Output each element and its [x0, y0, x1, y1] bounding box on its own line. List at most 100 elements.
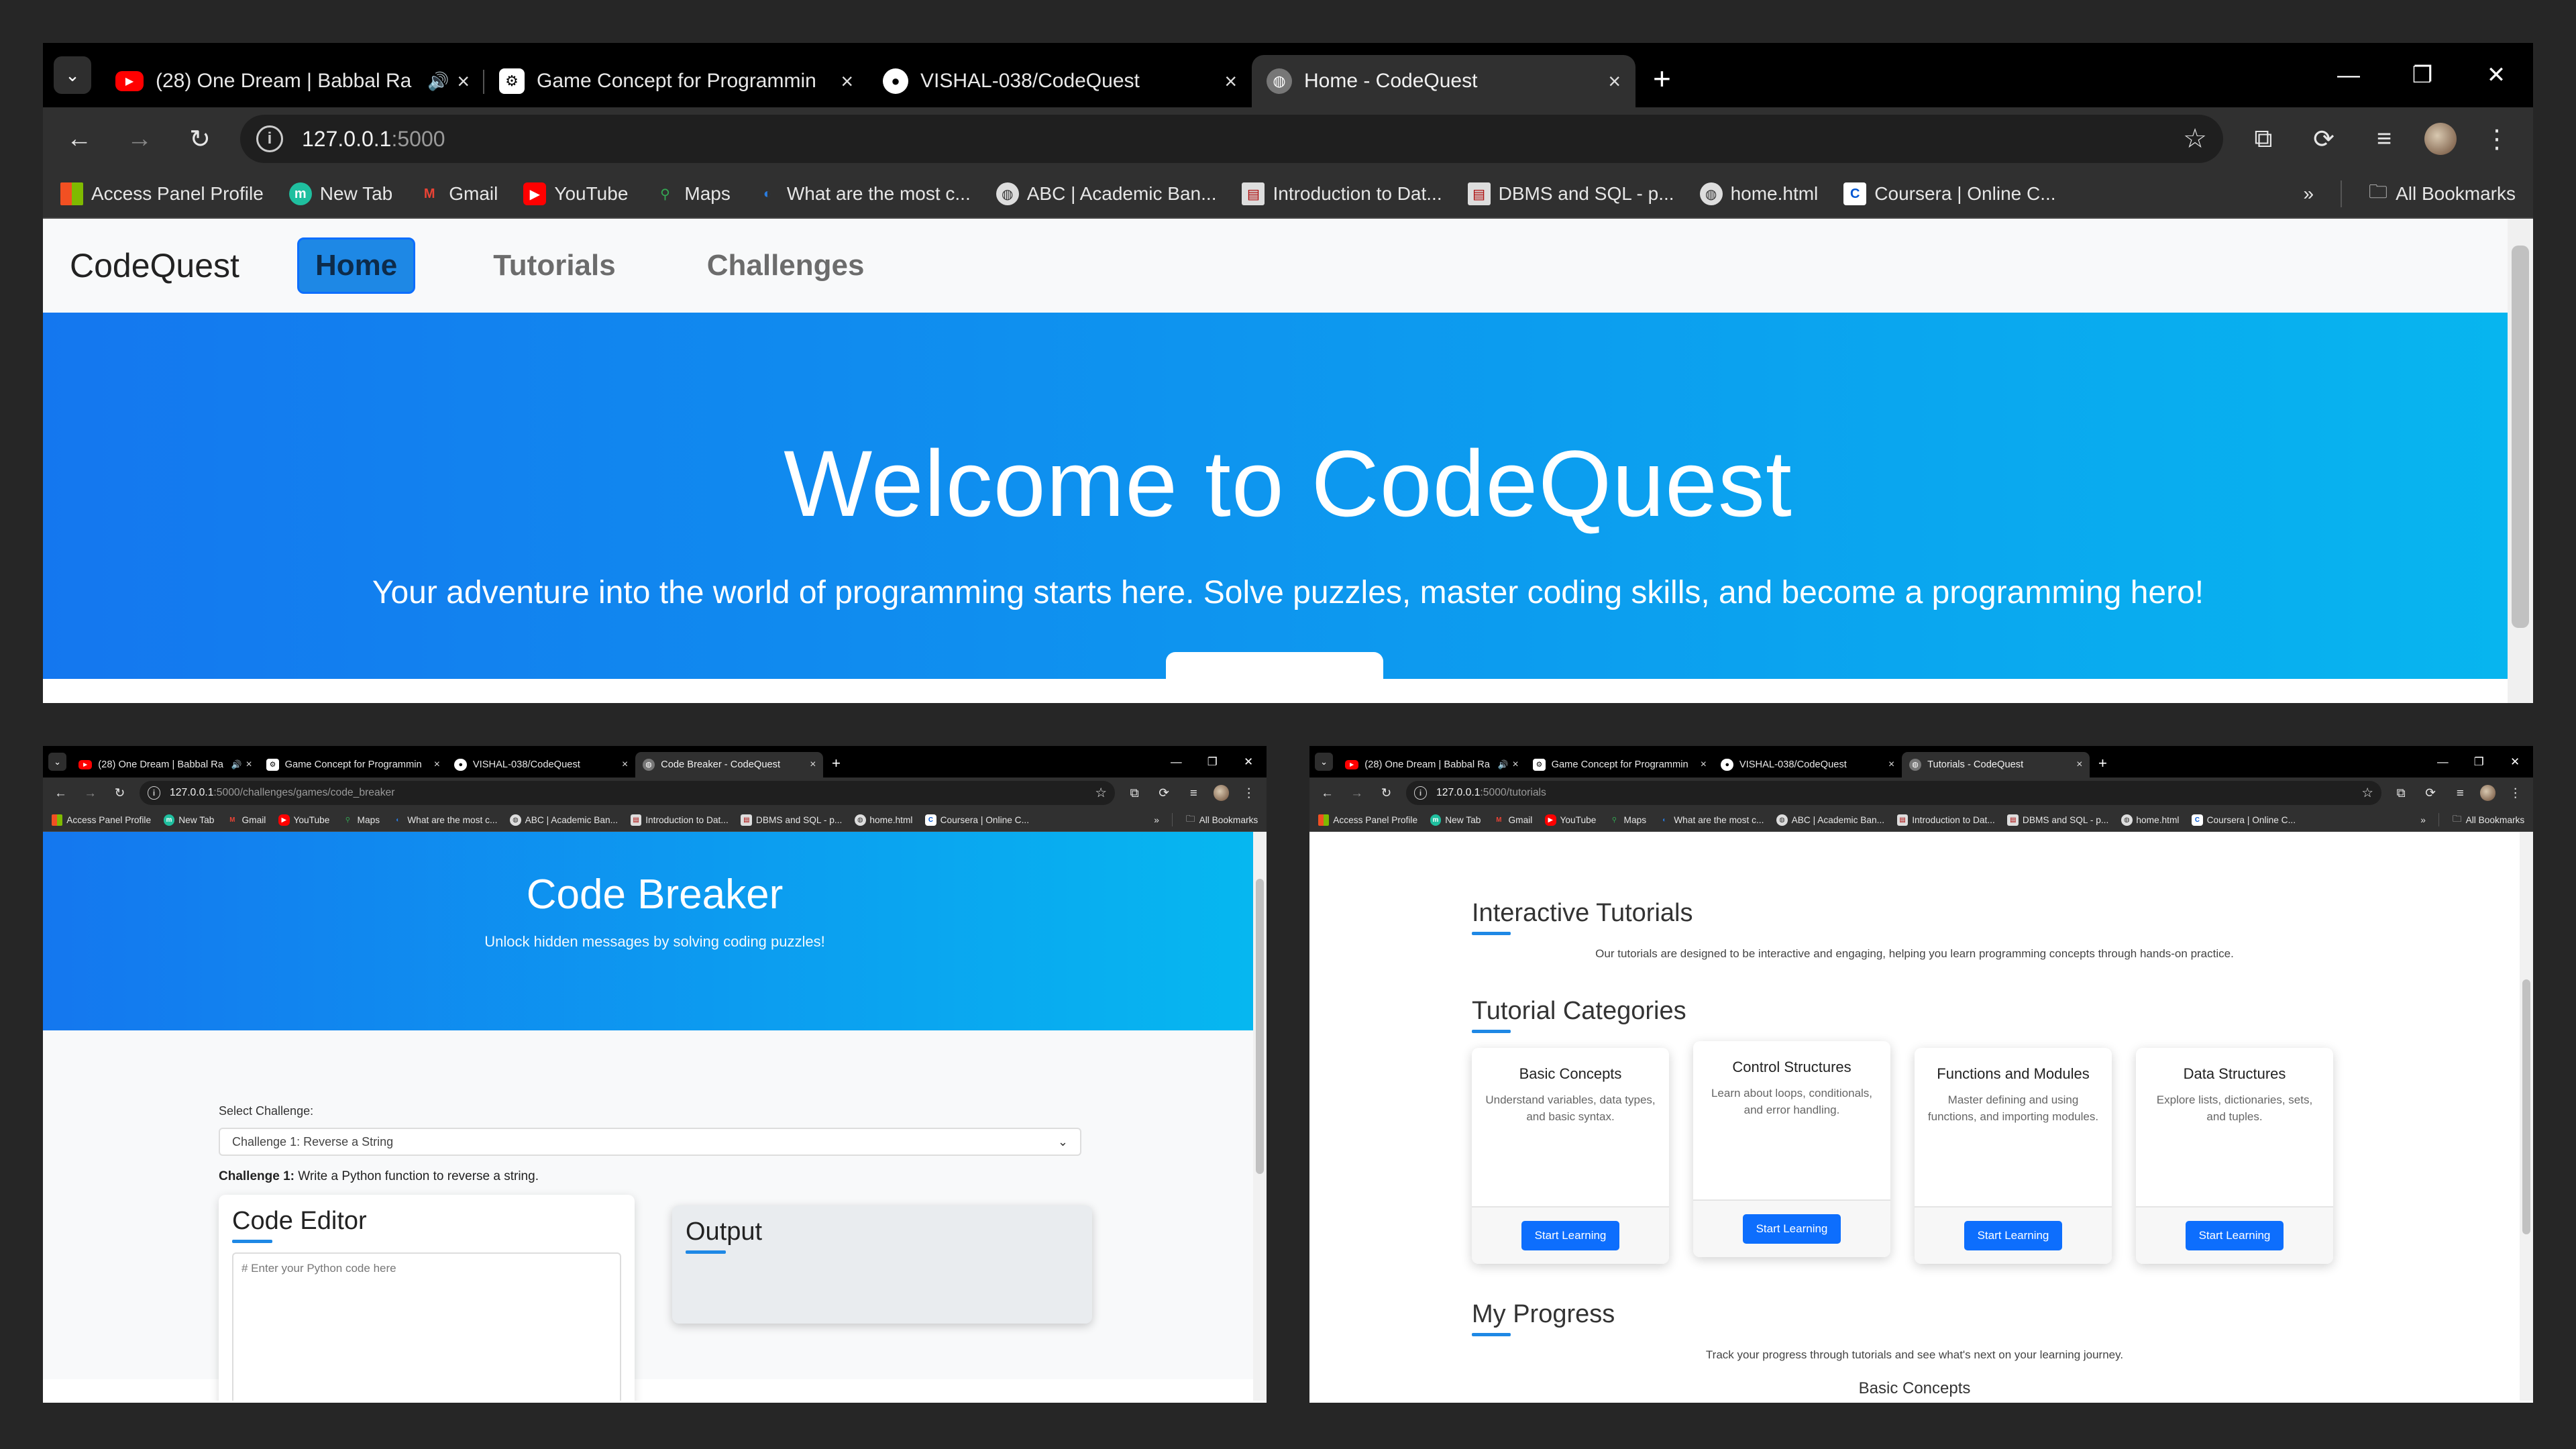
tab-youtube[interactable]: ▶ (28) One Dream | Babbal Ra 🔊 ×: [101, 55, 484, 107]
menu-icon[interactable]: ⋮: [1239, 786, 1258, 800]
tab-game-concept[interactable]: ⚙ Game Concept for Programmin ×: [259, 752, 447, 777]
close-window-icon[interactable]: ✕: [2459, 62, 2533, 89]
all-bookmarks-button[interactable]: 🗀 All Bookmarks: [1186, 812, 1258, 828]
close-icon[interactable]: ×: [1701, 759, 1707, 771]
sync-icon[interactable]: ⟳: [2421, 786, 2440, 800]
minimize-icon[interactable]: —: [2424, 755, 2461, 769]
bookmark-item[interactable]: ◍ ABC | Academic Ban...: [510, 814, 618, 826]
close-icon[interactable]: ×: [246, 759, 252, 771]
start-learning-button[interactable]: Start Learning: [2185, 1221, 2284, 1251]
tab-github[interactable]: ● VISHAL-038/CodeQuest ×: [1714, 752, 1902, 777]
bookmark-star-icon[interactable]: ☆: [2183, 123, 2207, 154]
bookmark-item[interactable]: ◍ ABC | Academic Ban...: [996, 182, 1216, 205]
menu-icon[interactable]: ⋮: [2506, 786, 2525, 800]
bookmark-item[interactable]: ⚲ Maps: [1609, 814, 1646, 826]
site-info-icon[interactable]: i: [1413, 786, 1428, 800]
minimize-icon[interactable]: —: [1158, 755, 1194, 769]
bookmark-item[interactable]: m New Tab: [1430, 814, 1481, 826]
tab-youtube[interactable]: ▶ (28) One Dream | Babbal Ra 🔊 ×: [1338, 752, 1525, 777]
bookmark-item[interactable]: ▶ YouTube: [1544, 814, 1596, 826]
start-learning-button[interactable]: Start Learning: [1742, 1214, 1841, 1244]
bookmark-item[interactable]: ◍ home.html: [2121, 814, 2179, 826]
back-icon[interactable]: ←: [1318, 786, 1337, 800]
bookmark-item[interactable]: ▤ DBMS and SQL - p...: [1467, 182, 1674, 205]
forward-icon[interactable]: →: [119, 125, 160, 154]
tab-search-button[interactable]: ⌄: [54, 56, 91, 94]
tab-search-button[interactable]: ⌄: [48, 752, 67, 771]
tab-youtube[interactable]: ▶ (28) One Dream | Babbal Ra 🔊 ×: [71, 752, 259, 777]
bookmark-item[interactable]: m New Tab: [288, 182, 392, 205]
bookmark-item[interactable]: ◍ home.html: [1699, 182, 1818, 205]
back-icon[interactable]: ←: [59, 125, 99, 154]
nav-challenges[interactable]: Challenges: [707, 249, 865, 282]
bookmark-item[interactable]: ▤ Introduction to Dat...: [1242, 182, 1442, 205]
bookmark-item[interactable]: ⚲ Maps: [653, 182, 731, 205]
bookmark-item[interactable]: ▶ YouTube: [523, 182, 628, 205]
all-bookmarks-button[interactable]: 🗀 All Bookmarks: [2369, 178, 2516, 210]
back-icon[interactable]: ←: [51, 786, 70, 800]
new-tab-button[interactable]: +: [832, 755, 841, 772]
tab-home-codequest[interactable]: ◍ Home - CodeQuest ×: [1252, 55, 1635, 107]
reload-icon[interactable]: ↻: [1377, 786, 1396, 800]
tab-tutorials[interactable]: ◍ Tutorials - CodeQuest ×: [1901, 751, 2090, 778]
hero-cta-button[interactable]: [1166, 652, 1383, 679]
bookmark-item[interactable]: m New Tab: [163, 814, 214, 826]
bookmark-item[interactable]: ◍ ABC | Academic Ban...: [1776, 814, 1884, 826]
maximize-icon[interactable]: ❐: [2385, 62, 2459, 89]
close-icon[interactable]: ×: [810, 759, 816, 771]
bookmark-item[interactable]: C Coursera | Online C...: [1843, 182, 2056, 205]
bookmark-item[interactable]: ◐ What are the most c...: [392, 814, 497, 826]
scrollbar[interactable]: [2520, 832, 2533, 1401]
site-info-icon[interactable]: i: [147, 786, 161, 800]
code-input[interactable]: # Enter your Python code here: [232, 1252, 621, 1401]
close-icon[interactable]: ×: [841, 69, 853, 94]
sync-icon[interactable]: ⟳: [1155, 786, 1174, 800]
nav-home[interactable]: Home: [297, 237, 416, 294]
bookmark-item[interactable]: ⚲ Maps: [342, 814, 380, 826]
tab-search-button[interactable]: ⌄: [1314, 752, 1334, 771]
tab-github[interactable]: ● VISHAL-038/CodeQuest ×: [447, 752, 635, 777]
close-window-icon[interactable]: ✕: [2497, 755, 2533, 769]
site-info-icon[interactable]: i: [256, 125, 283, 152]
extensions-icon[interactable]: ⧉: [1124, 786, 1144, 800]
minimize-icon[interactable]: —: [2312, 62, 2385, 89]
bookmarks-overflow-icon[interactable]: »: [1154, 815, 1159, 825]
bookmark-item[interactable]: ▤ DBMS and SQL - p...: [741, 814, 842, 826]
bookmark-item[interactable]: ▤ Introduction to Dat...: [630, 814, 729, 826]
close-icon[interactable]: ×: [457, 69, 470, 94]
bookmarks-overflow-icon[interactable]: »: [2420, 815, 2426, 825]
media-queue-icon[interactable]: ≡: [2364, 125, 2404, 154]
reload-icon[interactable]: ↻: [180, 124, 220, 154]
address-bar[interactable]: i 127.0.0.1:5000/tutorials ☆: [1405, 781, 2381, 805]
close-icon[interactable]: ×: [1224, 69, 1237, 94]
scrollbar[interactable]: [1253, 832, 1267, 1401]
forward-icon[interactable]: →: [1347, 786, 1366, 800]
new-tab-button[interactable]: +: [2098, 755, 2107, 772]
media-queue-icon[interactable]: ≡: [2451, 786, 2470, 800]
speaker-icon[interactable]: 🔊: [427, 71, 449, 92]
avatar[interactable]: [2479, 785, 2496, 801]
close-icon[interactable]: ×: [1888, 759, 1894, 771]
bookmark-item[interactable]: ▶ YouTube: [278, 814, 329, 826]
tab-code-breaker[interactable]: ◍ Code Breaker - CodeQuest ×: [635, 751, 824, 778]
bookmark-item[interactable]: C Coursera | Online C...: [925, 814, 1029, 826]
bookmark-star-icon[interactable]: ☆: [1095, 785, 1107, 801]
menu-icon[interactable]: ⋮: [2477, 124, 2517, 154]
maximize-icon[interactable]: ❐: [1194, 755, 1230, 769]
close-icon[interactable]: ×: [1608, 69, 1621, 94]
bookmark-item[interactable]: C Coursera | Online C...: [2192, 814, 2296, 826]
sync-icon[interactable]: ⟳: [2304, 124, 2344, 154]
scrollbar[interactable]: [2508, 219, 2533, 703]
bookmark-item[interactable]: ◍ home.html: [854, 814, 912, 826]
reload-icon[interactable]: ↻: [110, 786, 129, 800]
media-queue-icon[interactable]: ≡: [1184, 786, 1203, 800]
start-learning-button[interactable]: Start Learning: [1964, 1221, 2063, 1251]
nav-tutorials[interactable]: Tutorials: [493, 249, 616, 282]
challenge-select[interactable]: Challenge 1: Reverse a String ⌄: [219, 1128, 1081, 1157]
address-bar[interactable]: i 127.0.0.1:5000 ☆: [240, 115, 2223, 163]
tab-game-concept[interactable]: ⚙ Game Concept for Programmin ×: [1525, 752, 1713, 777]
bookmarks-overflow-icon[interactable]: »: [2303, 183, 2314, 205]
brand-logo[interactable]: CodeQuest: [70, 246, 239, 285]
avatar[interactable]: [1213, 785, 1230, 801]
bookmark-item[interactable]: ◐ What are the most c...: [756, 182, 971, 205]
